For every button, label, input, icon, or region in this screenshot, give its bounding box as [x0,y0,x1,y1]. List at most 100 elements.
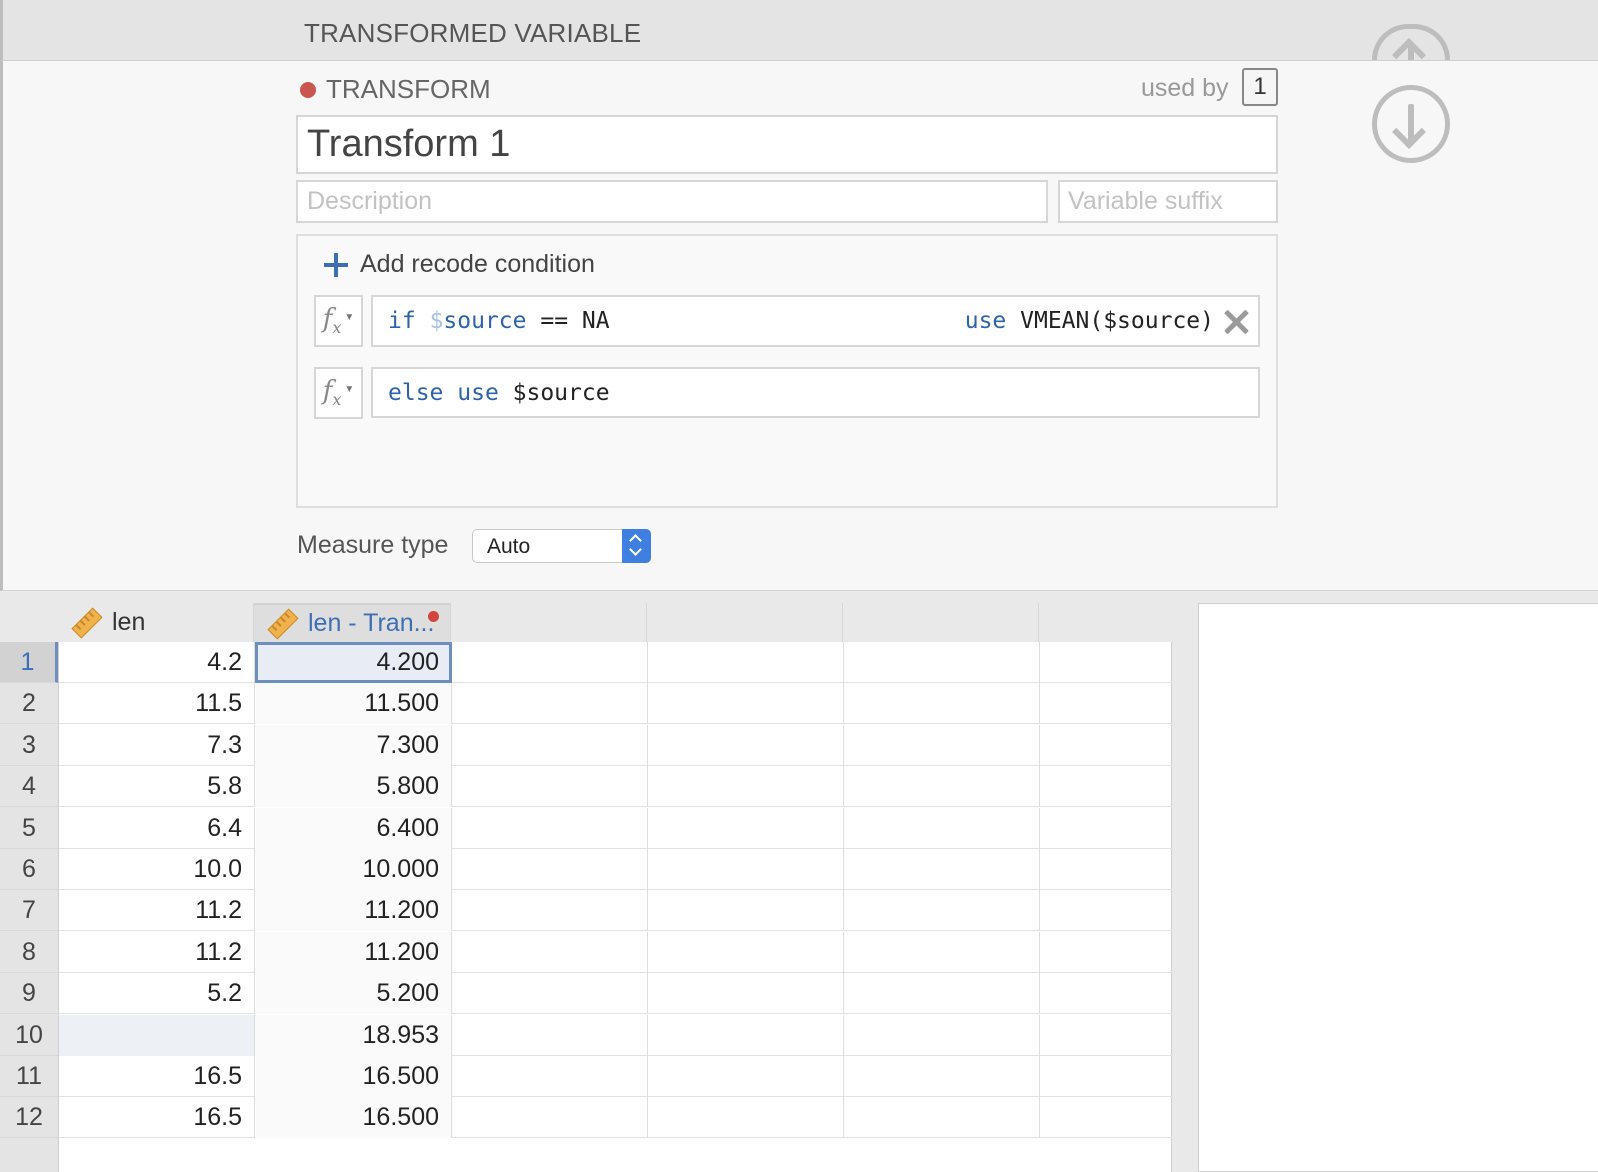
add-recode-condition-label: Add recode condition [360,250,595,278]
cell-empty[interactable] [648,849,844,890]
cell-transformed[interactable]: 10.000 [255,849,452,890]
table-row: 18.953 [59,1015,1173,1056]
cell-empty[interactable] [648,890,844,931]
cell-transformed[interactable]: 4.200 [255,642,452,683]
row-number[interactable]: 11 [0,1056,58,1097]
cell-empty[interactable] [452,973,648,1014]
cell-transformed[interactable]: 11.500 [255,683,452,724]
cell-empty[interactable] [452,1056,648,1097]
description-input[interactable] [296,180,1048,223]
column-header-transformed[interactable]: len - Tran... [254,603,451,642]
plus-icon [324,252,348,277]
cell-len[interactable]: 7.3 [59,725,255,766]
cell-transformed[interactable]: 16.500 [255,1056,452,1097]
cell-empty[interactable] [648,725,844,766]
row-number[interactable]: 7 [0,890,58,931]
cell-empty[interactable] [648,683,844,724]
cell-empty[interactable] [844,766,1040,807]
cell-empty[interactable] [648,973,844,1014]
measure-type-label: Measure type [297,531,449,559]
cell-transformed[interactable]: 11.200 [255,890,452,931]
cell-empty[interactable] [844,1015,1040,1056]
cell-empty[interactable] [648,932,844,973]
expand-down-button[interactable] [1372,85,1450,163]
row-number[interactable]: 5 [0,808,58,849]
cell-empty[interactable] [844,932,1040,973]
row-number[interactable]: 6 [0,849,58,890]
else-function-menu-button[interactable]: fx ▼ [314,367,363,419]
cell-len[interactable]: 6.4 [59,808,255,849]
table-row: 4.2 4.200 [59,642,1173,683]
used-by-count-button[interactable]: 1 [1242,68,1278,106]
cell-len[interactable] [59,1015,255,1056]
cell-empty[interactable] [844,890,1040,931]
column-header-empty[interactable] [647,603,843,642]
row-number[interactable]: 10 [0,1015,58,1056]
cell-len[interactable]: 16.5 [59,1056,255,1097]
transform-name-input[interactable] [296,115,1278,174]
condition-formula-field[interactable]: if $ source == NA use VMEAN($source) [371,295,1260,347]
cell-empty[interactable] [844,1056,1040,1097]
variable-suffix-input[interactable] [1058,180,1278,223]
cell-empty[interactable] [452,808,648,849]
cell-transformed[interactable]: 5.200 [255,973,452,1014]
measure-type-select[interactable]: Auto [472,529,651,563]
cell-empty[interactable] [648,766,844,807]
section-header-title: TRANSFORMED VARIABLE [304,18,642,48]
cell-empty[interactable] [844,973,1040,1014]
cell-len[interactable]: 10.0 [59,849,255,890]
cell-empty[interactable] [844,725,1040,766]
function-icon: fx [322,304,342,338]
row-number[interactable]: 8 [0,932,58,973]
column-header-empty[interactable] [451,603,647,642]
cell-empty[interactable] [844,683,1040,724]
column-header-len[interactable]: len [58,603,254,642]
condition-operator: == NA [526,308,610,334]
cell-empty[interactable] [452,725,648,766]
cell-len[interactable]: 11.2 [59,932,255,973]
cell-empty[interactable] [452,890,648,931]
cell-empty[interactable] [648,642,844,683]
cell-len[interactable]: 5.2 [59,973,255,1014]
row-number[interactable]: 9 [0,973,58,1014]
table-row: 10.0 10.000 [59,849,1173,890]
table-row: 16.5 16.500 [59,1097,1173,1138]
cell-transformed[interactable]: 11.200 [255,932,452,973]
cell-len[interactable]: 5.8 [59,766,255,807]
cell-empty[interactable] [844,642,1040,683]
cell-empty[interactable] [648,1015,844,1056]
cell-len[interactable]: 11.5 [59,683,255,724]
else-formula-field[interactable]: else use $source [371,367,1260,418]
cell-empty[interactable] [844,808,1040,849]
cell-len[interactable]: 16.5 [59,1097,255,1138]
cell-empty[interactable] [844,1097,1040,1138]
row-number[interactable]: 2 [0,683,58,724]
cell-empty[interactable] [452,683,648,724]
cell-transformed[interactable]: 18.953 [255,1015,452,1056]
row-number[interactable]: 3 [0,725,58,766]
cell-empty[interactable] [452,766,648,807]
cell-empty[interactable] [648,1056,844,1097]
cell-empty[interactable] [452,642,648,683]
cell-empty[interactable] [452,932,648,973]
cell-transformed[interactable]: 5.800 [255,766,452,807]
cell-empty[interactable] [452,1097,648,1138]
cell-empty[interactable] [648,1097,844,1138]
cell-len[interactable]: 11.2 [59,890,255,931]
cell-empty[interactable] [844,849,1040,890]
remove-condition-icon[interactable] [1224,310,1248,334]
cell-transformed[interactable]: 6.400 [255,808,452,849]
cell-transformed[interactable]: 16.500 [255,1097,452,1138]
cell-empty[interactable] [452,849,648,890]
column-header-empty[interactable] [843,603,1039,642]
cell-len[interactable]: 4.2 [59,642,255,683]
row-number[interactable]: 1 [0,642,58,683]
cell-transformed[interactable]: 7.300 [255,725,452,766]
transform-status-dot [300,82,316,98]
cell-empty[interactable] [452,1015,648,1056]
add-recode-condition-button[interactable]: Add recode condition [324,250,595,279]
function-menu-button[interactable]: fx ▼ [314,295,363,347]
row-number[interactable]: 12 [0,1097,58,1138]
cell-empty[interactable] [648,808,844,849]
row-number[interactable]: 4 [0,766,58,807]
